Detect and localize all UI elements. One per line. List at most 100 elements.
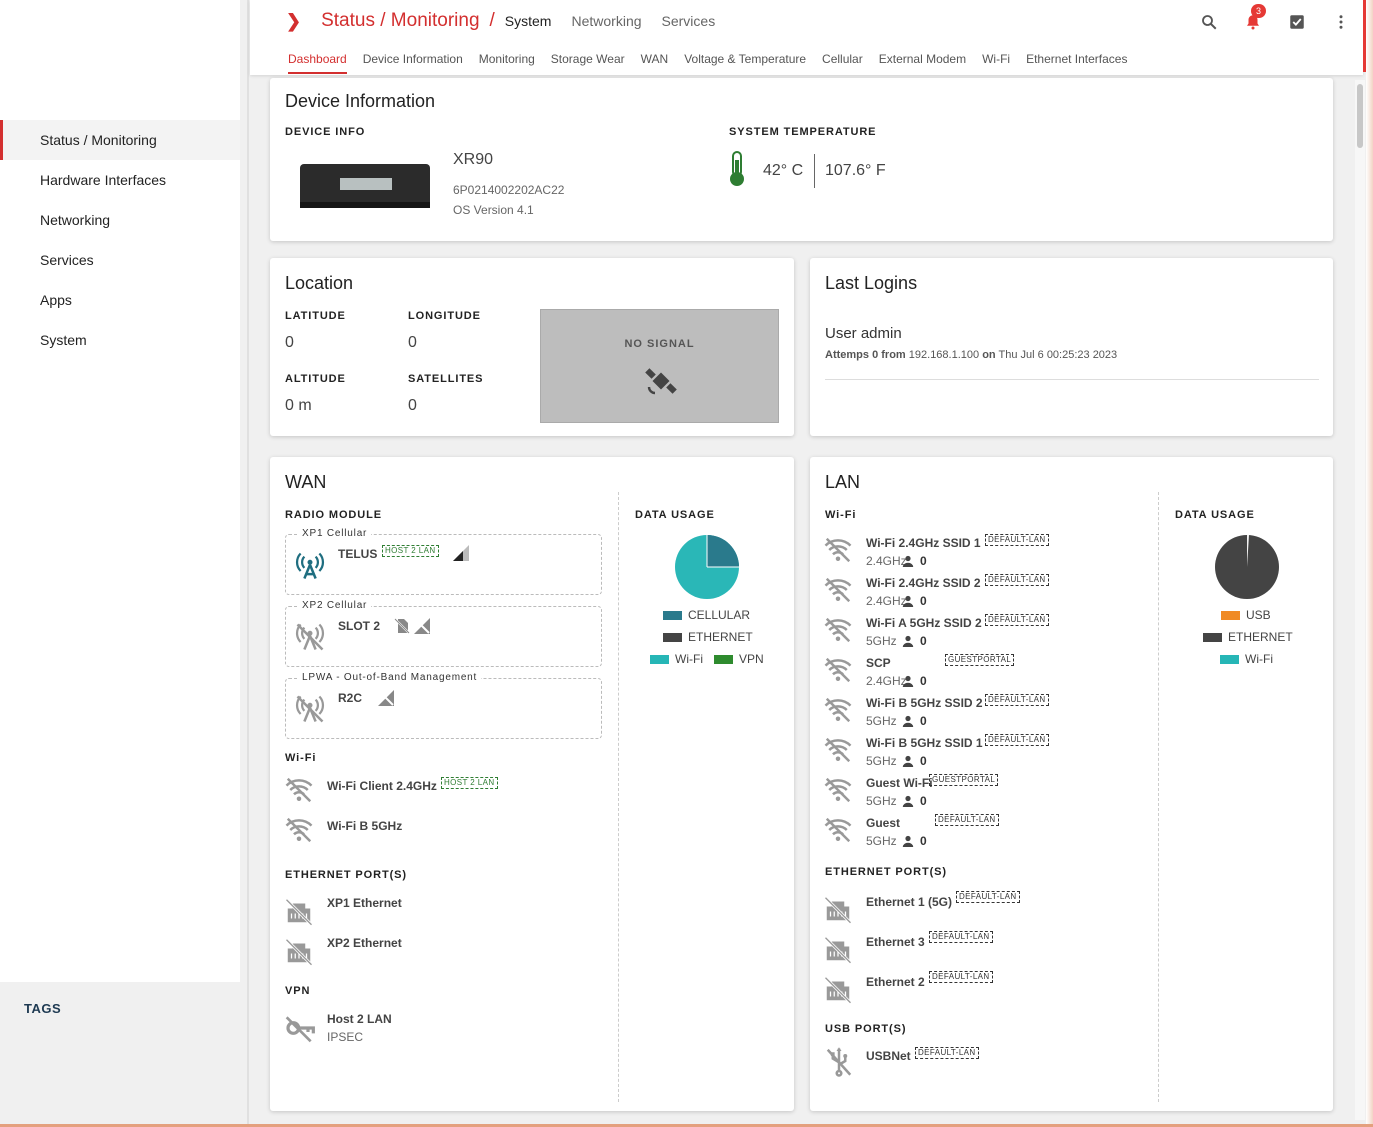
wan-ethernet-name[interactable]: XP1 Ethernet xyxy=(327,896,402,910)
lan-wifi-name[interactable]: Wi-Fi 2.4GHz SSID 1 xyxy=(866,536,981,550)
sidebar-item-services[interactable]: Services xyxy=(0,240,240,280)
lan-ethernet-tag: DEFAULT-LAN xyxy=(929,971,993,983)
wifi-off-icon xyxy=(824,817,852,843)
more-vert-icon[interactable] xyxy=(1329,10,1353,34)
tab-voltage-temperature[interactable]: Voltage & Temperature xyxy=(684,52,806,74)
person-icon xyxy=(902,675,914,687)
vpn-label: VPN xyxy=(285,985,311,997)
tab-dashboard[interactable]: Dashboard xyxy=(288,52,347,74)
lan-legend-ethernet: ETHERNET xyxy=(1203,630,1293,644)
tags-heading[interactable]: TAGS xyxy=(24,1001,61,1016)
lan-wifi-name[interactable]: Wi-Fi 2.4GHz SSID 2 xyxy=(866,576,981,590)
ethernet-off-icon xyxy=(285,898,313,926)
main-scrollbar[interactable] xyxy=(1355,80,1365,1120)
lan-wifi-band: 2.4GHz xyxy=(866,554,907,568)
wifi-off-icon xyxy=(824,577,852,603)
signal-off-icon xyxy=(378,690,394,706)
wifi-off-icon xyxy=(824,737,852,763)
usb-name[interactable]: USBNet xyxy=(866,1049,911,1063)
tab-cellular[interactable]: Cellular xyxy=(822,52,863,74)
tab-ethernet-interfaces[interactable]: Ethernet Interfaces xyxy=(1026,52,1127,74)
radio-module-lpwa[interactable]: LPWA - Out-of-Band Management R2C xyxy=(285,672,602,739)
notification-count-badge: 3 xyxy=(1251,4,1267,18)
lan-wifi-tag: DEFAULT-LAN xyxy=(935,814,999,826)
wan-wifi-name[interactable]: Wi-Fi Client 2.4GHz xyxy=(327,779,437,793)
tab-wan[interactable]: WAN xyxy=(641,52,669,74)
wan-legend-ethernet: ETHERNET xyxy=(663,630,753,644)
lan-ethernet-name[interactable]: Ethernet 2 xyxy=(866,975,925,989)
sidebar-divider xyxy=(247,0,249,1127)
lan-wifi-tag: DEFAULT-LAN xyxy=(985,534,1049,546)
sidebar: Status / Monitoring Hardware Interfaces … xyxy=(0,0,240,982)
sub-tabs: Dashboard Device Information Monitoring … xyxy=(288,52,1127,74)
wan-usage-pie-chart[interactable] xyxy=(674,534,740,600)
breadcrumb: ❯ Status / Monitoring / System Networkin… xyxy=(286,10,735,32)
legend-swatch xyxy=(663,632,682,642)
wifi-off-icon xyxy=(824,537,852,563)
tab-storage-wear[interactable]: Storage Wear xyxy=(551,52,625,74)
tab-external-modem[interactable]: External Modem xyxy=(879,52,966,74)
breadcrumb-status-monitoring[interactable]: Status / Monitoring xyxy=(321,10,479,32)
sidebar-item-status-monitoring[interactable]: Status / Monitoring xyxy=(0,120,240,160)
usb-off-icon xyxy=(826,1047,852,1077)
notification-bell-icon[interactable]: 3 xyxy=(1241,4,1267,34)
vpn-name[interactable]: Host 2 LAN xyxy=(327,1012,392,1026)
no-signal-text: NO SIGNAL xyxy=(624,338,695,350)
legend-label: USB xyxy=(1246,608,1271,622)
topnav-services[interactable]: Services xyxy=(662,13,716,29)
ethernet-off-icon xyxy=(824,936,852,964)
scrollbar-thumb[interactable] xyxy=(1357,84,1363,148)
tab-device-information[interactable]: Device Information xyxy=(363,52,463,74)
wan-wifi-tag: HOST 2 LAN xyxy=(441,777,498,789)
lan-ethernet-name[interactable]: Ethernet 3 xyxy=(866,935,925,949)
lan-card: LAN Wi-Fi Wi-Fi 2.4GHz SSID 1 DEFAULT-LAN… xyxy=(810,457,1333,1111)
longitude-value: 0 xyxy=(408,334,417,351)
wan-wifi-name[interactable]: Wi-Fi B 5GHz xyxy=(327,819,402,833)
longitude-label: LONGITUDE xyxy=(408,310,481,322)
lan-wifi-name[interactable]: Guest Wi-Fi xyxy=(866,776,933,790)
lan-wifi-label: Wi-Fi xyxy=(825,509,857,521)
lan-wifi-band: 2.4GHz xyxy=(866,674,907,688)
wan-wifi-label: Wi-Fi xyxy=(285,752,317,764)
lan-ethernet-tag: DEFAULT-LAN xyxy=(929,931,993,943)
radio-module-xp2[interactable]: XP2 Cellular SLOT 2 xyxy=(285,600,602,667)
lan-wifi-client-count: 0 xyxy=(920,594,927,608)
lan-wifi-name[interactable]: Wi-Fi B 5GHz SSID 1 xyxy=(866,736,983,750)
wan-card: WAN RADIO MODULE XP1 Cellular TELUS HOST… xyxy=(270,457,794,1111)
wan-ethernet-name[interactable]: XP2 Ethernet xyxy=(327,936,402,950)
sidebar-item-system[interactable]: System xyxy=(0,320,240,360)
device-info-label: DEVICE INFO xyxy=(285,126,366,138)
ethernet-off-icon xyxy=(285,938,313,966)
satellite-icon xyxy=(645,368,677,395)
lan-wifi-name[interactable]: Wi-Fi A 5GHz SSID 2 xyxy=(866,616,982,630)
cell-tower-off-icon xyxy=(296,623,324,651)
sidebar-item-networking[interactable]: Networking xyxy=(0,200,240,240)
legend-label: Wi-Fi xyxy=(675,652,703,666)
radio-module-xp1[interactable]: XP1 Cellular TELUS HOST 2 LAN xyxy=(285,528,602,595)
temp-fahrenheit: 107.6° F xyxy=(825,162,886,179)
lan-wifi-name[interactable]: SCP xyxy=(866,656,891,670)
lan-wifi-name[interactable]: Guest xyxy=(866,816,900,830)
latitude-value: 0 xyxy=(285,334,294,351)
card-title: LAN xyxy=(825,472,861,492)
tab-monitoring[interactable]: Monitoring xyxy=(479,52,535,74)
breadcrumb-system[interactable]: System xyxy=(505,13,552,29)
topnav-networking[interactable]: Networking xyxy=(571,13,641,29)
legend-swatch xyxy=(1221,610,1240,620)
sidebar-item-apps[interactable]: Apps xyxy=(0,280,240,320)
top-actions: 3 xyxy=(1197,4,1353,34)
vpn-type: IPSEC xyxy=(327,1030,364,1044)
card-title: Device Information xyxy=(285,91,436,111)
lan-wifi-tag: GUESTPORTAL xyxy=(945,654,1015,666)
chevron-right-icon[interactable]: ❯ xyxy=(286,11,301,32)
person-icon xyxy=(902,795,914,807)
sidebar-item-hardware-interfaces[interactable]: Hardware Interfaces xyxy=(0,160,240,200)
person-icon xyxy=(902,555,914,567)
lan-usage-pie-chart[interactable] xyxy=(1214,534,1280,600)
lan-ethernet-name[interactable]: Ethernet 1 (5G) xyxy=(866,895,952,909)
task-check-icon[interactable] xyxy=(1285,10,1309,34)
lan-wifi-name[interactable]: Wi-Fi B 5GHz SSID 2 xyxy=(866,696,983,710)
legend-swatch xyxy=(1220,654,1239,664)
tab-wi-fi[interactable]: Wi-Fi xyxy=(982,52,1010,74)
search-icon[interactable] xyxy=(1197,10,1221,34)
